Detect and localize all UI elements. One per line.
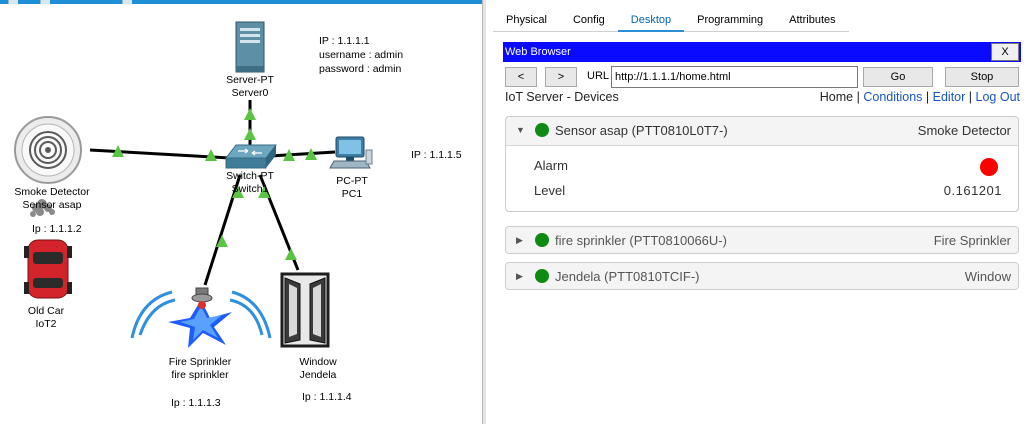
link-light-triangle xyxy=(244,108,256,120)
go-button[interactable]: Go xyxy=(863,67,933,87)
device-name: fire sprinkler (PTT0810066U-) xyxy=(555,233,727,248)
device-name: Jendela (PTT0810TCIF-) xyxy=(555,269,700,284)
link-light-triangle xyxy=(285,248,297,260)
smoke-detector-name-label: Sensor asap xyxy=(22,199,82,211)
window-name-label: Jendela xyxy=(299,369,337,381)
back-button[interactable]: < xyxy=(505,67,537,87)
server-ip-note: IP : 1.1.1.1 xyxy=(319,35,370,47)
car-icon[interactable] xyxy=(24,239,72,299)
device-name: Sensor asap (PTT0810L0T7-) xyxy=(555,123,728,138)
status-online-icon xyxy=(535,123,549,137)
window-ip-note[interactable]: Ip : 1.1.1.4 xyxy=(299,390,355,405)
caret-right-icon[interactable]: ▶ xyxy=(516,271,523,282)
device-panel-sensor: ▼ Sensor asap (PTT0810L0T7-) Smoke Detec… xyxy=(505,116,1019,212)
link-switch-pc xyxy=(269,150,336,158)
sprinkler-type-label: Fire Sprinkler xyxy=(168,356,232,368)
device-header[interactable]: ▶ Jendela (PTT0810TCIF-) Window xyxy=(506,263,1018,291)
tab-config[interactable]: Config xyxy=(560,10,618,32)
network-links xyxy=(89,100,336,286)
smoke-detector-icon[interactable] xyxy=(14,116,82,184)
sprinkler-label: Fire Sprinkler fire sprinkler xyxy=(160,356,240,382)
browser-nav-row: < > URL Go Stop xyxy=(503,66,1021,88)
device-details: Alarm Level 0.161201 xyxy=(506,145,1018,211)
status-online-icon xyxy=(535,233,549,247)
link-light-triangle xyxy=(244,128,256,140)
home-link[interactable]: Home xyxy=(820,90,853,104)
browser-title-bar: Web Browser X xyxy=(503,42,1021,62)
status-online-icon xyxy=(535,269,549,283)
topology-links xyxy=(14,21,373,348)
tab-programming[interactable]: Programming xyxy=(684,10,776,32)
url-label: URL xyxy=(587,70,610,82)
window-edge xyxy=(483,0,486,424)
browser-title: Web Browser xyxy=(505,46,571,58)
page-nav-links: Home | Conditions | Editor | Log Out xyxy=(820,90,1020,104)
alarm-label: Alarm xyxy=(534,158,568,173)
smoke-ip-note[interactable]: Ip : 1.1.1.2 xyxy=(29,222,85,237)
level-label: Level xyxy=(534,183,566,198)
link-separator: | xyxy=(925,90,930,104)
link-separator: | xyxy=(856,90,860,104)
tab-physical[interactable]: Physical xyxy=(493,10,560,32)
device-type: Smoke Detector xyxy=(917,123,1011,138)
server-password-note: password : admin xyxy=(319,63,402,75)
page-header: IoT Server - Devices Home | Conditions |… xyxy=(503,90,1021,106)
device-panel-window[interactable]: ▶ Jendela (PTT0810TCIF-) Window xyxy=(505,262,1019,290)
pc-label: PC-PT PC1 xyxy=(330,175,374,201)
device-header[interactable]: ▼ Sensor asap (PTT0810L0T7-) Smoke Detec… xyxy=(506,117,1018,145)
window-label: Window Jendela xyxy=(290,356,346,382)
switch-name-label: Switch1 xyxy=(231,183,269,195)
server-icon[interactable] xyxy=(235,21,265,73)
server-username-note: username : admin xyxy=(319,49,404,61)
switch-label: Switch-PT Switch1 xyxy=(222,170,278,196)
logout-link[interactable]: Log Out xyxy=(976,90,1020,104)
server-type-label: Server-PT xyxy=(226,74,274,86)
pc-type-label: PC-PT xyxy=(336,175,368,187)
sprinkler-name-label: fire sprinkler xyxy=(171,369,229,381)
link-separator: | xyxy=(968,90,973,104)
server-note[interactable]: IP : 1.1.1.1 username : admin password :… xyxy=(316,33,407,77)
car-type-label: Old Car xyxy=(27,305,65,317)
device-type: Fire Sprinkler xyxy=(933,233,1011,248)
switch-icon[interactable] xyxy=(224,144,278,169)
car-label: Old Car IoT2 xyxy=(22,305,70,331)
sprinkler-ip-note[interactable]: Ip : 1.1.1.3 xyxy=(168,396,224,411)
car-name-label: IoT2 xyxy=(35,318,57,330)
pc-icon[interactable] xyxy=(329,136,373,169)
forward-button[interactable]: > xyxy=(545,67,577,87)
device-header[interactable]: ▶ fire sprinkler (PTT0810066U-) Fire Spr… xyxy=(506,227,1018,255)
fire-sprinkler-icon[interactable] xyxy=(130,287,272,348)
switch-type-label: Switch-PT xyxy=(226,170,274,182)
tab-strip: Physical Config Desktop Programming Attr… xyxy=(493,10,849,32)
smoke-detector-type-label: Smoke Detector xyxy=(14,186,90,198)
conditions-link[interactable]: Conditions xyxy=(863,90,922,104)
server-name-label: Server0 xyxy=(231,87,269,99)
editor-link[interactable]: Editor xyxy=(933,90,966,104)
device-panel-sprinkler[interactable]: ▶ fire sprinkler (PTT0810066U-) Fire Spr… xyxy=(505,226,1019,254)
page-title: IoT Server - Devices xyxy=(505,90,619,104)
device-config-window: Physical Config Desktop Programming Attr… xyxy=(482,0,1032,424)
pc-ip-note[interactable]: IP : 1.1.1.5 xyxy=(408,148,465,163)
link-light-triangle xyxy=(205,149,217,161)
pc-name-label: PC1 xyxy=(341,188,363,200)
caret-down-icon[interactable]: ▼ xyxy=(516,125,525,135)
window-type-label: Window xyxy=(299,356,337,368)
stop-button[interactable]: Stop xyxy=(945,67,1019,87)
window-icon[interactable] xyxy=(280,272,330,348)
close-button[interactable]: X xyxy=(991,43,1019,61)
tab-desktop[interactable]: Desktop xyxy=(617,10,685,32)
tab-attributes[interactable]: Attributes xyxy=(776,10,848,32)
server-label: Server-PT Server0 xyxy=(222,74,278,100)
smoke-detector-label: Smoke Detector Sensor asap xyxy=(6,186,98,212)
alarm-indicator-icon xyxy=(980,158,998,176)
level-value: 0.161201 xyxy=(943,183,1002,198)
topology-canvas[interactable]: Server-PT Server0 Switch-PT Switch1 PC-P… xyxy=(0,0,484,424)
url-input[interactable] xyxy=(611,66,858,88)
caret-right-icon[interactable]: ▶ xyxy=(516,235,523,246)
web-browser: Web Browser X < > URL Go Stop IoT Server… xyxy=(503,42,1021,424)
device-type: Window xyxy=(964,269,1011,284)
